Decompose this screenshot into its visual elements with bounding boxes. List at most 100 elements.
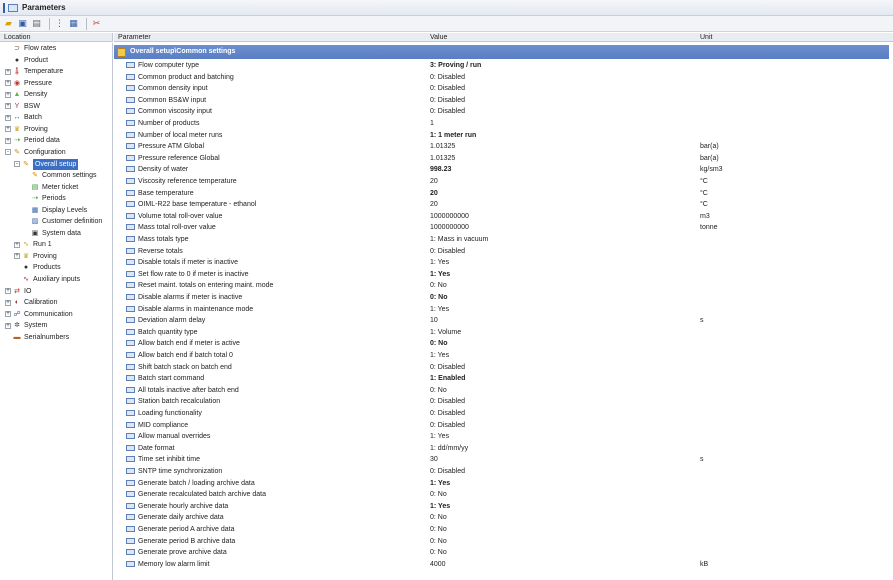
open-folder-icon[interactable]: ▰: [3, 18, 14, 29]
parameter-value[interactable]: 1: 1 meter run: [430, 130, 476, 141]
tree-item[interactable]: + ◉ Pressure: [5, 78, 52, 89]
parameter-value[interactable]: 0: Disabled: [430, 246, 465, 257]
parameter-row[interactable]: Deviation alarm delay 10 s: [114, 315, 893, 326]
parameter-value[interactable]: 0: No: [430, 338, 448, 349]
parameter-value[interactable]: 0: No: [430, 512, 447, 523]
parameter-value[interactable]: 3: Proving / run: [430, 60, 481, 71]
parameter-value[interactable]: 1: Yes: [430, 257, 449, 268]
parameter-value[interactable]: 0: No: [430, 489, 447, 500]
parameter-value[interactable]: 1: Volume: [430, 327, 461, 338]
parameter-value[interactable]: 1: Yes: [430, 501, 450, 512]
parameter-row[interactable]: SNTP time synchronization 0: Disabled: [114, 466, 893, 477]
parameter-value[interactable]: 0: No: [430, 547, 447, 558]
parameter-row[interactable]: Shift batch stack on batch end 0: Disable…: [114, 362, 893, 373]
parameter-value[interactable]: 0: No: [430, 385, 447, 396]
tree-item[interactable]: + ♛ Proving: [5, 124, 48, 135]
parameter-value[interactable]: 0: Disabled: [430, 466, 465, 477]
parameter-row[interactable]: Generate hourly archive data 1: Yes: [114, 501, 893, 512]
save-icon[interactable]: ▣: [17, 18, 28, 29]
location-column-header[interactable]: Location: [0, 33, 113, 42]
tree-item[interactable]: + ♛ Proving: [14, 251, 57, 262]
parameter-value[interactable]: 0: No: [430, 536, 447, 547]
tree-item[interactable]: - ✎ Overall setup: [14, 158, 79, 170]
tree-item[interactable]: + Y BSW: [5, 101, 40, 112]
parameter-row[interactable]: Pressure reference Global 1.01325 bar(a): [114, 153, 893, 164]
tools-icon[interactable]: ✂: [91, 18, 102, 29]
expand-icon[interactable]: +: [5, 103, 11, 110]
expand-icon[interactable]: +: [5, 114, 11, 121]
parameter-row[interactable]: Date format 1: dd/mm/yy: [114, 443, 893, 454]
parameter-row[interactable]: Common BS&W input 0: Disabled: [114, 95, 893, 106]
tree-item[interactable]: + ☍ Communication: [5, 309, 73, 320]
parameter-value[interactable]: 1000000000: [430, 222, 469, 233]
parameter-row[interactable]: Station batch recalculation 0: Disabled: [114, 396, 893, 407]
parameter-row[interactable]: Base temperature 20 °C: [114, 188, 893, 199]
parameter-value[interactable]: 0: Disabled: [430, 83, 465, 94]
parameter-value[interactable]: 1: Yes: [430, 478, 450, 489]
parameter-value[interactable]: 10: [430, 315, 438, 326]
parameter-row[interactable]: Set flow rate to 0 if meter is inactive 1…: [114, 269, 893, 280]
parameter-value[interactable]: 998.23: [430, 164, 451, 175]
tree-item[interactable]: ∿ Auxiliary inputs: [14, 274, 80, 285]
parameter-value[interactable]: 0: Disabled: [430, 396, 465, 407]
print-icon[interactable]: ▤: [31, 18, 42, 29]
expand-icon[interactable]: +: [5, 80, 11, 87]
parameter-value[interactable]: 0: Disabled: [430, 106, 465, 117]
expand-icon[interactable]: +: [5, 126, 11, 133]
expand-icon[interactable]: +: [5, 322, 11, 329]
table-view-icon[interactable]: ▦: [68, 18, 79, 29]
tree-item[interactable]: + ⇢ Period data: [5, 135, 60, 146]
parameter-row[interactable]: Common product and batching 0: Disabled: [114, 72, 893, 83]
parameter-value[interactable]: 30: [430, 454, 438, 465]
group-header-row[interactable]: Overall setup\Common settings: [114, 45, 889, 59]
parameter-value[interactable]: 1.01325: [430, 153, 455, 164]
parameter-value[interactable]: 1.01325: [430, 141, 455, 152]
parameter-row[interactable]: Disable alarms in maintenance mode 1: Yes: [114, 304, 893, 315]
parameter-row[interactable]: OIML-R22 base temperature - ethanol 20 °C: [114, 199, 893, 210]
parameter-row[interactable]: Generate period A archive data 0: No: [114, 524, 893, 535]
parameter-row[interactable]: Mass totals type 1: Mass in vacuum: [114, 234, 893, 245]
parameter-value[interactable]: 1: Yes: [430, 431, 449, 442]
collapse-icon[interactable]: -: [5, 149, 11, 156]
parameter-row[interactable]: Density of water 998.23 kg/sm3: [114, 164, 893, 175]
parameter-value[interactable]: 0: No: [430, 280, 447, 291]
expand-icon[interactable]: +: [5, 91, 11, 98]
tree-item[interactable]: ▨ Customer definition: [23, 216, 103, 227]
tree-item[interactable]: + ⇄ IO: [5, 286, 31, 297]
parameter-value[interactable]: 0: Disabled: [430, 72, 465, 83]
parameter-row[interactable]: Memory low alarm limit 4000 kB: [114, 559, 893, 570]
tree-item[interactable]: ▦ Display Levels: [23, 205, 87, 216]
parameter-value[interactable]: 1: Yes: [430, 269, 450, 280]
tree-item[interactable]: - ✎ Configuration: [5, 147, 66, 158]
parameter-row[interactable]: Allow manual overrides 1: Yes: [114, 431, 893, 442]
tree-item[interactable]: ✎ Common settings: [23, 170, 96, 181]
tree-item[interactable]: + ∿ Run 1: [14, 239, 52, 250]
tree-item[interactable]: ▣ System data: [23, 228, 81, 239]
parameter-value[interactable]: 0: No: [430, 292, 448, 303]
tree-item[interactable]: + ✲ System: [5, 320, 47, 331]
parameter-value[interactable]: 1: dd/mm/yy: [430, 443, 468, 454]
tree-item[interactable]: ● Products: [14, 262, 61, 273]
parameter-value[interactable]: 1: [430, 118, 434, 129]
parameter-value[interactable]: 1: Enabled: [430, 373, 465, 384]
parameter-row[interactable]: Batch quantity type 1: Volume: [114, 327, 893, 338]
parameter-row[interactable]: MID compliance 0: Disabled: [114, 420, 893, 431]
parameter-row[interactable]: Flow computer type 3: Proving / run: [114, 60, 893, 71]
expand-icon[interactable]: +: [5, 288, 11, 295]
parameter-value[interactable]: 1: Yes: [430, 350, 449, 361]
parameter-column-header[interactable]: Parameter: [118, 33, 151, 42]
parameter-row[interactable]: Reset maint. totals on entering maint. m…: [114, 280, 893, 291]
parameter-row[interactable]: Viscosity reference temperature 20 °C: [114, 176, 893, 187]
parameter-row[interactable]: Loading functionality 0: Disabled: [114, 408, 893, 419]
parameter-row[interactable]: Allow batch end if meter is active 0: No: [114, 338, 893, 349]
parameter-row[interactable]: Generate period B archive data 0: No: [114, 536, 893, 547]
collapse-icon[interactable]: -: [14, 161, 20, 167]
parameter-row[interactable]: Generate batch / loading archive data 1: …: [114, 478, 893, 489]
parameter-row[interactable]: Common viscosity input 0: Disabled: [114, 106, 893, 117]
value-column-header[interactable]: Value: [430, 33, 447, 42]
parameter-row[interactable]: Number of products 1: [114, 118, 893, 129]
parameter-value[interactable]: 0: No: [430, 524, 447, 535]
parameter-value[interactable]: 20: [430, 199, 438, 210]
tree-item[interactable]: ● Product: [5, 55, 48, 66]
tree-item[interactable]: + ↔ Batch: [5, 112, 42, 123]
